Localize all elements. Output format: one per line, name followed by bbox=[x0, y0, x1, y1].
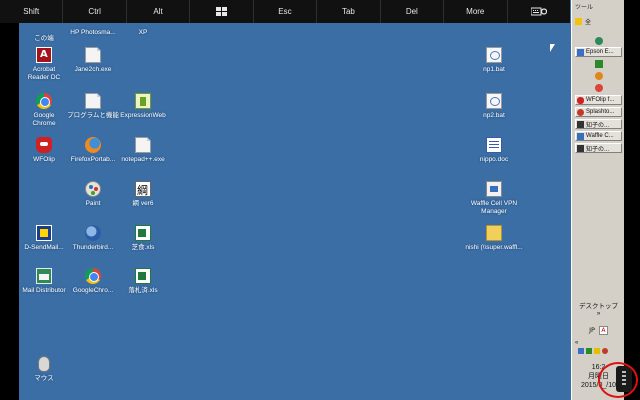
tray-icons bbox=[575, 348, 622, 354]
quicklaunch-label: 全 bbox=[585, 19, 592, 26]
excel-icon bbox=[135, 268, 151, 284]
keyboard-settings-icon bbox=[530, 7, 547, 16]
quicklaunch-row[interactable]: 全 bbox=[575, 16, 622, 26]
taskbar-button-waffle[interactable]: Waffle C... bbox=[575, 131, 622, 141]
acrobat-icon bbox=[36, 47, 52, 63]
firefox-tray-icon[interactable] bbox=[595, 72, 603, 80]
desktop-icon-shiba-xls[interactable]: 芝食.xls bbox=[113, 225, 173, 252]
desktop-icon-kanji[interactable]: 綱 ver6 bbox=[113, 181, 173, 208]
bat-icon bbox=[486, 47, 502, 63]
taskbar: ツール 全 Epson E... WFOlip f... Splashto...… bbox=[571, 0, 624, 400]
desktop-icon-notepadpp[interactable]: notepad++.exe bbox=[113, 137, 173, 164]
taskbar-button-chiko-2[interactable]: 知子の... bbox=[575, 143, 622, 153]
windows-key[interactable] bbox=[190, 0, 254, 23]
language-indicator: JP bbox=[589, 326, 595, 334]
window-icon bbox=[577, 144, 584, 152]
mouse-icon bbox=[38, 356, 50, 372]
quicklaunch-icon bbox=[575, 17, 582, 25]
desktop-icon-nippo[interactable]: nippo.doc bbox=[464, 137, 524, 164]
chrome-icon bbox=[36, 93, 52, 109]
desktop-icon-np1[interactable]: np1.bat bbox=[464, 47, 524, 74]
paint-icon bbox=[85, 181, 101, 197]
ime-icon: A bbox=[598, 325, 608, 335]
dsendmail-icon bbox=[36, 225, 52, 241]
wfolip-icon bbox=[36, 137, 52, 153]
desktop-toolbar[interactable]: デスクトップ » bbox=[575, 300, 622, 317]
desktop-icon-np2[interactable]: np2.bat bbox=[464, 93, 524, 120]
chrome-tray-icon[interactable] bbox=[595, 84, 603, 92]
taskbar-button-chiko-1[interactable]: 知子の... bbox=[575, 119, 622, 129]
windows-key-icon bbox=[216, 7, 228, 16]
green-app-icon[interactable] bbox=[595, 60, 603, 68]
desktop-icon-expressionweb[interactable]: ExpressionWeb bbox=[113, 93, 173, 120]
language-bar[interactable]: JP A bbox=[575, 324, 622, 336]
notification-area: « bbox=[575, 340, 622, 354]
expression-web-icon bbox=[135, 93, 151, 109]
file-icon bbox=[85, 47, 101, 63]
doc-icon bbox=[486, 137, 502, 153]
keyboard-settings-key[interactable] bbox=[508, 0, 570, 23]
kanji-app-icon bbox=[135, 181, 151, 198]
file-icon bbox=[135, 137, 151, 153]
desktop-icon-jane2ch[interactable]: Jane2ch.exe bbox=[63, 47, 123, 74]
chrome-icon bbox=[85, 268, 101, 284]
desktop-icon[interactable]: XP bbox=[113, 10, 173, 37]
wfolip-icon bbox=[577, 96, 584, 104]
thunderbird-icon bbox=[85, 225, 101, 241]
epson-icon bbox=[577, 48, 584, 56]
taskbar-button-epson[interactable]: Epson E... bbox=[575, 47, 622, 57]
window-icon bbox=[577, 120, 584, 128]
firefox-icon bbox=[85, 137, 101, 153]
toolbar-label: ツール bbox=[575, 5, 594, 11]
tab-key[interactable]: Tab bbox=[317, 0, 381, 23]
folder-icon bbox=[486, 225, 502, 241]
chevron-left-icon[interactable]: « bbox=[575, 340, 622, 346]
del-key[interactable]: Del bbox=[381, 0, 445, 23]
desktop-icon-mouse[interactable]: マウス bbox=[14, 356, 74, 383]
desktop-icon-rakusatsu-xls[interactable]: 落札済.xls bbox=[113, 268, 173, 295]
taskbar-button-splashtop[interactable]: Splashto... bbox=[575, 107, 622, 117]
tray-app-icon[interactable] bbox=[594, 348, 600, 354]
taskbar-button-wfolip[interactable]: WFOlip f... bbox=[575, 95, 622, 105]
mail-icon bbox=[36, 268, 52, 284]
vpn-icon bbox=[577, 132, 584, 140]
highlight-circle bbox=[598, 362, 638, 398]
excel-icon bbox=[135, 225, 151, 241]
chevron-right-icon: » bbox=[596, 310, 601, 317]
network-icon[interactable] bbox=[578, 348, 584, 354]
desktop-icon-vpn[interactable]: Waffle Cell VPN Manager bbox=[464, 181, 524, 216]
splashtop-icon bbox=[577, 108, 584, 116]
bat-icon bbox=[486, 93, 502, 109]
desktop-icon-nishi-share[interactable]: nishi (\\super.waffl... bbox=[464, 225, 524, 252]
volume-icon[interactable] bbox=[602, 348, 608, 354]
vpn-icon bbox=[486, 181, 502, 197]
file-icon bbox=[85, 93, 101, 109]
esc-key[interactable]: Esc bbox=[254, 0, 318, 23]
shield-icon[interactable] bbox=[586, 348, 592, 354]
mouse-pointer-icon bbox=[550, 44, 555, 52]
quicklaunch-app-icon[interactable] bbox=[595, 37, 603, 45]
right-black-strip bbox=[624, 0, 640, 400]
more-key[interactable]: More bbox=[444, 0, 508, 23]
